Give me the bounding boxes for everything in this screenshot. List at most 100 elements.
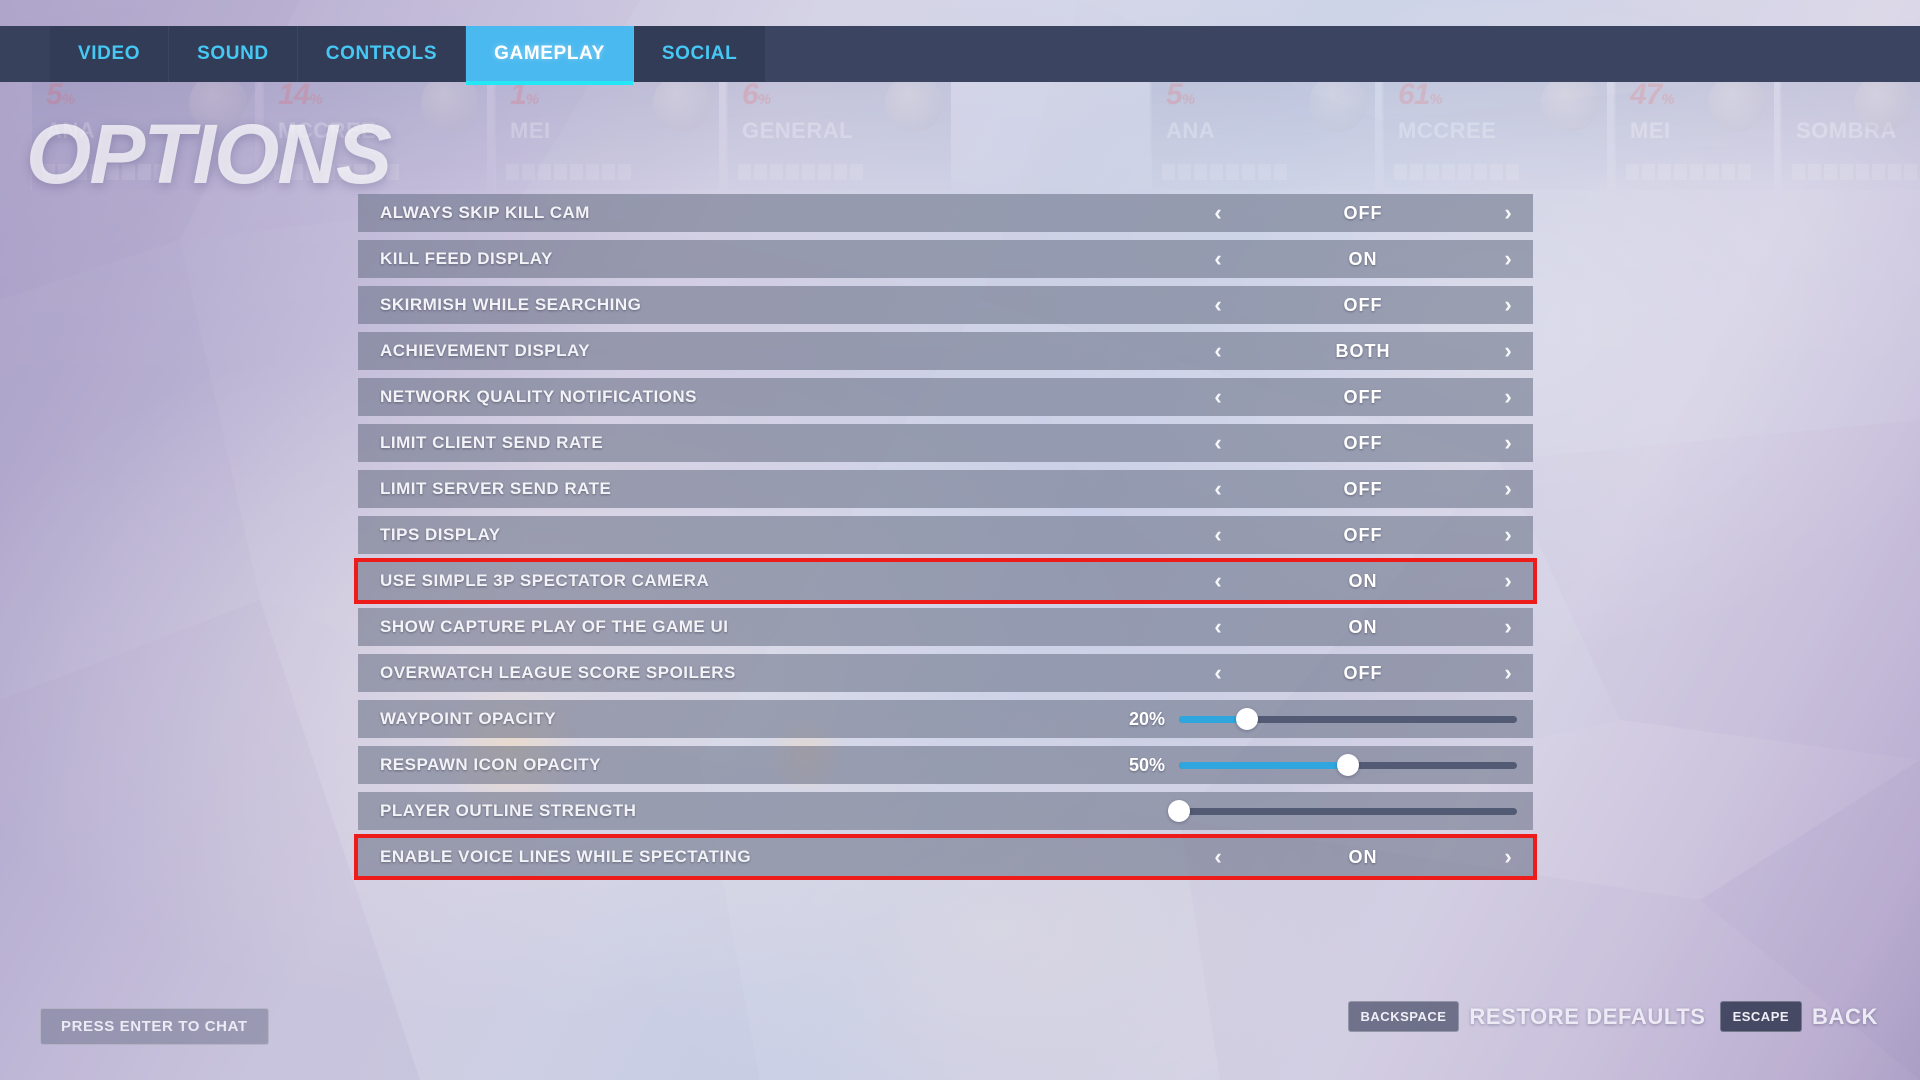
options-screen: 5%ANA14%MCCREE1%MEI6%GENERAL5%ANA61%MCCR… (0, 0, 1920, 1080)
chevron-left-icon[interactable]: ‹ (1201, 478, 1235, 500)
tab-sound[interactable]: SOUND (169, 26, 298, 82)
chevron-left-icon[interactable]: ‹ (1201, 340, 1235, 362)
chevron-right-icon[interactable]: › (1491, 846, 1525, 868)
slider-track[interactable] (1168, 800, 1517, 822)
tab-label: SOCIAL (661, 43, 738, 64)
setting-row-achievement-display[interactable]: ACHIEVEMENT DISPLAY ‹ BOTH › (358, 332, 1533, 370)
setting-toggle-control: ‹ ON › (1193, 562, 1533, 600)
chevron-right-icon[interactable]: › (1491, 294, 1525, 316)
setting-row-show-capture-play-of-the-game-ui[interactable]: SHOW CAPTURE PLAY OF THE GAME UI ‹ ON › (358, 608, 1533, 646)
chevron-right-icon[interactable]: › (1491, 202, 1525, 224)
press-enter-to-chat-button[interactable]: PRESS ENTER TO CHAT (40, 1008, 269, 1045)
setting-row-use-simple-3p-spectator-camera[interactable]: USE SIMPLE 3P SPECTATOR CAMERA ‹ ON › (354, 558, 1537, 604)
setting-label: RESPAWN ICON OPACITY (380, 755, 601, 774)
chevron-left-icon[interactable]: ‹ (1201, 432, 1235, 454)
chevron-right-icon[interactable]: › (1491, 570, 1525, 592)
setting-label: WAYPOINT OPACITY (380, 709, 557, 728)
chevron-right-icon[interactable]: › (1491, 386, 1525, 408)
setting-row-limit-server-send-rate[interactable]: LIMIT SERVER SEND RATE ‹ OFF › (358, 470, 1533, 508)
action-back[interactable]: ESCAPE BACK (1719, 1001, 1878, 1032)
setting-value: OFF (1343, 524, 1383, 545)
setting-value: OFF (1343, 662, 1383, 683)
tab-bar-filler (766, 26, 1920, 82)
chevron-right-icon[interactable]: › (1491, 662, 1525, 684)
key-hint-chip: BACKSPACE (1347, 1001, 1460, 1032)
setting-value: OFF (1343, 478, 1383, 499)
setting-value: OFF (1343, 294, 1383, 315)
setting-label: ALWAYS SKIP KILL CAM (380, 203, 590, 222)
chevron-left-icon[interactable]: ‹ (1201, 616, 1235, 638)
setting-value: ON (1348, 616, 1378, 637)
tab-social[interactable]: SOCIAL (633, 26, 767, 82)
chevron-left-icon[interactable]: ‹ (1201, 570, 1235, 592)
setting-row-player-outline-strength[interactable]: PLAYER OUTLINE STRENGTH (358, 792, 1533, 830)
setting-row-network-quality-notifications[interactable]: NETWORK QUALITY NOTIFICATIONS ‹ OFF › (358, 378, 1533, 416)
setting-row-respawn-icon-opacity[interactable]: RESPAWN ICON OPACITY 50% (358, 746, 1533, 784)
chevron-left-icon[interactable]: ‹ (1201, 662, 1235, 684)
setting-label: LIMIT SERVER SEND RATE (380, 479, 612, 498)
chevron-left-icon[interactable]: ‹ (1201, 248, 1235, 270)
setting-row-kill-feed-display[interactable]: KILL FEED DISPLAY ‹ ON › (358, 240, 1533, 278)
action-restore-defaults[interactable]: BACKSPACE RESTORE DEFAULTS (1347, 1001, 1706, 1032)
setting-row-waypoint-opacity[interactable]: WAYPOINT OPACITY 20% (358, 700, 1533, 738)
setting-toggle-control: ‹ ON › (1193, 608, 1533, 646)
setting-value: ON (1348, 248, 1378, 269)
setting-row-limit-client-send-rate[interactable]: LIMIT CLIENT SEND RATE ‹ OFF › (358, 424, 1533, 462)
slider-percent-label: 20% (1128, 708, 1165, 729)
tab-gameplay[interactable]: GAMEPLAY (466, 26, 634, 85)
setting-toggle-control: ‹ OFF › (1193, 286, 1533, 324)
setting-label: KILL FEED DISPLAY (380, 249, 553, 268)
setting-label: ACHIEVEMENT DISPLAY (380, 341, 591, 360)
key-hint-chip: ESCAPE (1719, 1001, 1803, 1032)
bottom-action-bar: BACKSPACE RESTORE DEFAULTS ESCAPE BACK (1347, 1001, 1878, 1032)
setting-label: USE SIMPLE 3P SPECTATOR CAMERA (380, 571, 710, 590)
chevron-left-icon[interactable]: ‹ (1201, 386, 1235, 408)
setting-slider-control: 20% (1103, 700, 1533, 738)
slider-track[interactable] (1179, 708, 1517, 730)
tab-video[interactable]: VIDEO (50, 26, 170, 82)
setting-toggle-control: ‹ OFF › (1193, 470, 1533, 508)
setting-row-skirmish-while-searching[interactable]: SKIRMISH WHILE SEARCHING ‹ OFF › (358, 286, 1533, 324)
chevron-right-icon[interactable]: › (1491, 340, 1525, 362)
options-tab-bar: VIDEO SOUND CONTROLS GAMEPLAY SOCIAL (0, 26, 1920, 85)
setting-label: OVERWATCH LEAGUE SCORE SPOILERS (380, 663, 736, 682)
setting-row-overwatch-league-score-spoilers[interactable]: OVERWATCH LEAGUE SCORE SPOILERS ‹ OFF › (358, 654, 1533, 692)
slider-track[interactable] (1179, 754, 1517, 776)
setting-label: NETWORK QUALITY NOTIFICATIONS (380, 387, 698, 406)
setting-row-always-skip-kill-cam[interactable]: ALWAYS SKIP KILL CAM ‹ OFF › (358, 194, 1533, 232)
chevron-right-icon[interactable]: › (1491, 524, 1525, 546)
chevron-left-icon[interactable]: ‹ (1201, 846, 1235, 868)
action-label[interactable]: BACK (1812, 1004, 1878, 1030)
setting-label: SKIRMISH WHILE SEARCHING (380, 295, 642, 314)
settings-list: ALWAYS SKIP KILL CAM ‹ OFF › KILL FEED DISPL… (354, 194, 1537, 884)
setting-slider-control: 50% (1103, 746, 1533, 784)
setting-row-tips-display[interactable]: TIPS DISPLAY ‹ OFF › (358, 516, 1533, 554)
chevron-right-icon[interactable]: › (1491, 616, 1525, 638)
chevron-left-icon[interactable]: ‹ (1201, 294, 1235, 316)
setting-value: OFF (1343, 386, 1383, 407)
tab-label: VIDEO (78, 43, 141, 64)
setting-label: LIMIT CLIENT SEND RATE (380, 433, 604, 452)
setting-toggle-control: ‹ OFF › (1193, 194, 1533, 232)
setting-toggle-control: ‹ OFF › (1193, 424, 1533, 462)
setting-value: ON (1348, 570, 1378, 591)
chevron-right-icon[interactable]: › (1491, 478, 1525, 500)
slider-handle[interactable] (1337, 754, 1359, 776)
chevron-right-icon[interactable]: › (1491, 432, 1525, 454)
setting-value: OFF (1343, 202, 1383, 223)
chevron-left-icon[interactable]: ‹ (1201, 202, 1235, 224)
tab-controls[interactable]: CONTROLS (297, 26, 467, 82)
setting-toggle-control: ‹ OFF › (1193, 378, 1533, 416)
setting-value: BOTH (1335, 340, 1391, 361)
setting-label: PLAYER OUTLINE STRENGTH (380, 801, 637, 820)
setting-toggle-control: ‹ ON › (1193, 838, 1533, 876)
slider-handle[interactable] (1168, 800, 1190, 822)
action-label[interactable]: RESTORE DEFAULTS (1469, 1004, 1705, 1030)
setting-label: SHOW CAPTURE PLAY OF THE GAME UI (380, 617, 729, 636)
setting-label: ENABLE VOICE LINES WHILE SPECTATING (380, 847, 752, 866)
setting-row-enable-voice-lines-while-spectating[interactable]: ENABLE VOICE LINES WHILE SPECTATING ‹ ON › (354, 834, 1537, 880)
chevron-left-icon[interactable]: ‹ (1201, 524, 1235, 546)
chevron-right-icon[interactable]: › (1491, 248, 1525, 270)
slider-handle[interactable] (1235, 708, 1258, 730)
setting-toggle-control: ‹ ON › (1193, 240, 1533, 278)
